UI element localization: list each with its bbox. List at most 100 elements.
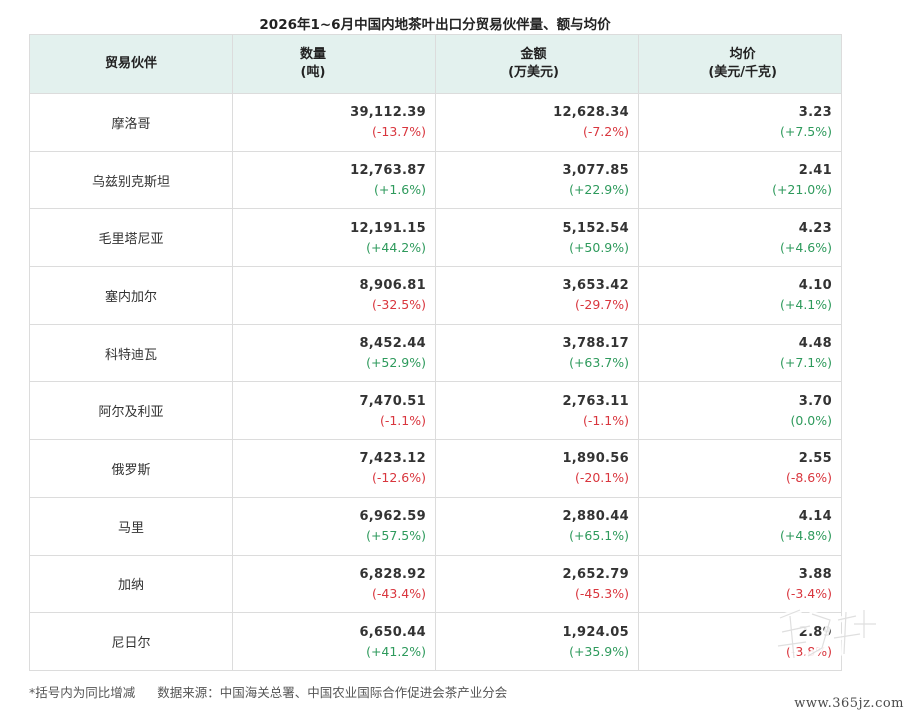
quantity-value: 12,763.87: [350, 163, 426, 179]
amount-value: 3,788.17: [562, 336, 629, 352]
cell-quantity: 7,423.12 (-12.6%): [232, 439, 436, 498]
cell-amount: 3,653.42 (-29.7%): [435, 266, 639, 325]
quantity-value: 39,112.39: [350, 105, 426, 121]
quantity-value: 7,470.51: [359, 393, 426, 409]
average-price-yoy-change: (+7.5%): [780, 124, 832, 140]
average-price-value: 4.10: [798, 278, 832, 294]
quantity-value: 6,962.59: [359, 509, 426, 525]
average-price-yoy-change: (-3.4%): [785, 585, 832, 601]
quantity-yoy-change: (-13.7%): [372, 124, 426, 140]
cell-partner: 乌兹别克斯坦: [29, 150, 233, 210]
amount-value: 2,763.11: [562, 393, 629, 409]
cell-partner: 摩洛哥: [29, 93, 233, 152]
cell-average-price: 4.23 (+4.6%): [638, 208, 842, 268]
header-quantity-label: 数量: [299, 47, 326, 62]
cell-amount: 2,652.79 (-45.3%): [435, 554, 639, 614]
header-amount-unit: (万美元): [508, 65, 559, 80]
amount-yoy-change: (+35.9%): [569, 643, 629, 659]
average-price-yoy-change: (+4.6%): [780, 239, 832, 255]
average-price-yoy-change: (+21.0%): [772, 182, 832, 198]
amount-value: 12,628.34: [553, 105, 629, 121]
quantity-yoy-change: (+1.6%): [374, 182, 426, 198]
quantity-yoy-change: (+44.2%): [366, 239, 426, 255]
footer-note: *括号内为同比增减: [29, 685, 136, 700]
amount-yoy-change: (-45.3%): [575, 585, 629, 601]
quantity-yoy-change: (+52.9%): [366, 355, 426, 371]
header-average-price-unit: (美元/千克): [708, 65, 777, 80]
cell-amount: 1,924.05 (+35.9%): [435, 612, 639, 671]
average-price-value: 4.23: [798, 220, 832, 236]
cell-quantity: 6,962.59 (+57.5%): [232, 496, 436, 556]
cell-quantity: 39,112.39 (-13.7%): [232, 93, 436, 152]
quantity-yoy-change: (-32.5%): [372, 297, 426, 313]
footer: *括号内为同比增减 数据来源：中国海关总署、中国农业国际合作促进会茶产业分会: [29, 682, 507, 701]
cell-amount: 2,763.11 (-1.1%): [435, 381, 639, 441]
cell-amount: 12,628.34 (-7.2%): [435, 93, 639, 152]
cell-amount: 1,890.56 (-20.1%): [435, 439, 639, 498]
cell-quantity: 6,828.92 (-43.4%): [232, 554, 436, 614]
cell-quantity: 8,452.44 (+52.9%): [232, 323, 436, 383]
table-row: 加纳 6,828.92 (-43.4%) 2,652.79 (-45.3%) 3.88 (-…: [29, 554, 842, 614]
header-amount-label: 金额: [520, 47, 547, 62]
average-price-value: 3.88: [798, 566, 832, 582]
average-price-value: 3.70: [798, 393, 832, 409]
cell-average-price: 3.70 (0.0%): [638, 381, 842, 441]
cell-quantity: 12,191.15 (+44.2%): [232, 208, 436, 268]
quantity-yoy-change: (-12.6%): [372, 470, 426, 486]
quantity-yoy-change: (+41.2%): [366, 643, 426, 659]
cell-average-price: 2.55 (-8.6%): [638, 439, 842, 498]
amount-value: 2,652.79: [562, 566, 629, 582]
header-row: 贸易伙伴 数量 (吨) 金额 (万美元) 均价 (美元/千克): [29, 34, 842, 94]
table-title: 2026年1~6月中国内地茶叶出口分贸易伙伴量、额与均价: [259, 17, 611, 33]
amount-yoy-change: (-29.7%): [575, 297, 629, 313]
cell-partner: 毛里塔尼亚: [29, 208, 233, 268]
cell-partner: 尼日尔: [29, 612, 233, 671]
cell-quantity: 12,763.87 (+1.6%): [232, 150, 436, 210]
header-amount: 金额 (万美元): [435, 34, 639, 94]
amount-yoy-change: (-7.2%): [582, 124, 629, 140]
amount-value: 3,653.42: [562, 278, 629, 294]
header-average-price: 均价 (美元/千克): [638, 34, 842, 94]
header-partner: 贸易伙伴: [29, 34, 233, 94]
footer-source: 数据来源：中国海关总署、中国农业国际合作促进会茶产业分会: [157, 685, 508, 700]
average-price-yoy-change: (+4.1%): [780, 297, 832, 313]
cell-partner: 阿尔及利亚: [29, 381, 233, 441]
cell-amount: 3,788.17 (+63.7%): [435, 323, 639, 383]
cell-partner: 马里: [29, 496, 233, 556]
cell-partner: 科特迪瓦: [29, 323, 233, 383]
quantity-value: 12,191.15: [350, 220, 426, 236]
cell-average-price: 2.41 (+21.0%): [638, 150, 842, 210]
average-price-yoy-change: (-3.8%): [785, 643, 832, 659]
amount-yoy-change: (+22.9%): [569, 182, 629, 198]
amount-yoy-change: (-20.1%): [575, 470, 629, 486]
table-header: 贸易伙伴 数量 (吨) 金额 (万美元) 均价 (美元/千克): [29, 34, 842, 94]
cell-quantity: 6,650.44 (+41.2%): [232, 612, 436, 671]
average-price-yoy-change: (+7.1%): [780, 355, 832, 371]
amount-value: 5,152.54: [562, 220, 629, 236]
table-row: 毛里塔尼亚 12,191.15 (+44.2%) 5,152.54 (+50.9%) 4.…: [29, 208, 842, 268]
average-price-value: 2.55: [798, 451, 832, 467]
amount-yoy-change: (+50.9%): [569, 239, 629, 255]
table-row: 科特迪瓦 8,452.44 (+52.9%) 3,788.17 (+63.7%) 4.48…: [29, 323, 842, 383]
average-price-yoy-change: (0.0%): [790, 412, 832, 428]
cell-average-price: 3.23 (+7.5%): [638, 93, 842, 152]
quantity-yoy-change: (-43.4%): [372, 585, 426, 601]
cell-amount: 5,152.54 (+50.9%): [435, 208, 639, 268]
quantity-value: 6,650.44: [359, 624, 426, 640]
average-price-value: 2.89: [798, 624, 832, 640]
header-amount-wrap: 金额 (万美元): [508, 46, 638, 82]
table-body: 摩洛哥 39,112.39 (-13.7%) 12,628.34 (-7.2%) 3.23…: [29, 93, 842, 671]
cell-partner: 加纳: [29, 554, 233, 614]
amount-value: 1,924.05: [562, 624, 629, 640]
header-average-price-label: 均价: [729, 47, 756, 62]
amount-value: 3,077.85: [562, 163, 629, 179]
header-quantity: 数量 (吨): [232, 34, 436, 94]
trade-table: 贸易伙伴 数量 (吨) 金额 (万美元) 均价 (美元/千克) 摩洛哥 39,1…: [29, 34, 842, 671]
table-row: 俄罗斯 7,423.12 (-12.6%) 1,890.56 (-20.1%) 2.55 (…: [29, 439, 842, 498]
amount-yoy-change: (+65.1%): [569, 528, 629, 544]
cell-partner: 塞内加尔: [29, 266, 233, 325]
average-price-value: 3.23: [798, 105, 832, 121]
cell-partner: 俄罗斯: [29, 439, 233, 498]
average-price-yoy-change: (-8.6%): [785, 470, 832, 486]
cell-average-price: 4.14 (+4.8%): [638, 496, 842, 556]
